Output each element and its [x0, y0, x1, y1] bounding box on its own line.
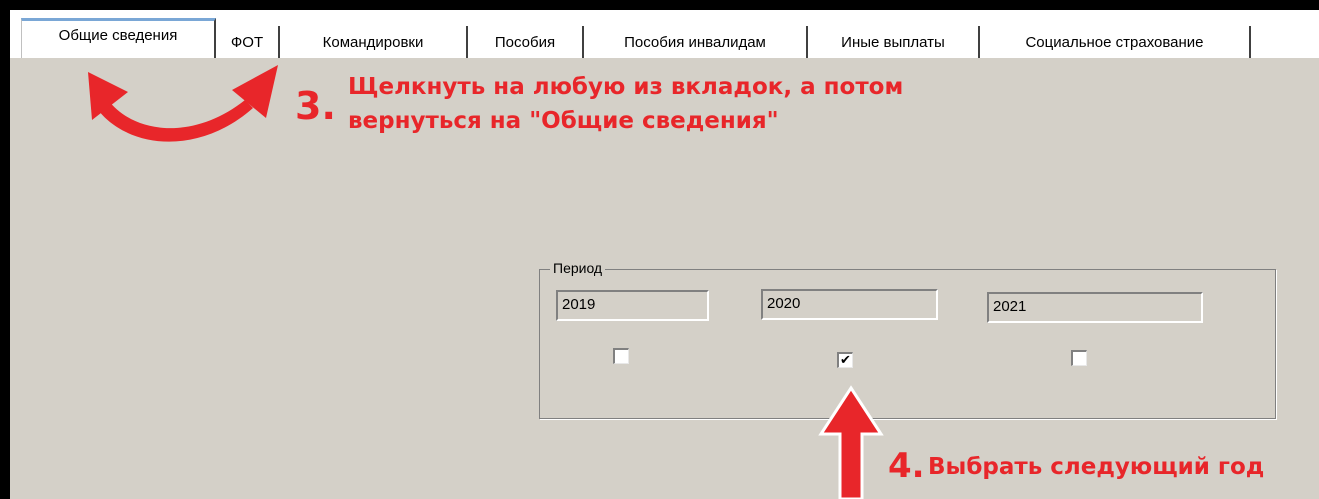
curved-double-arrow-icon [88, 65, 278, 142]
up-arrow-icon [818, 385, 884, 499]
step3-line1: Щелкнуть на любую из вкладок, а потом [348, 74, 904, 100]
step4-text: Выбрать следующий год [928, 454, 1265, 480]
step3-number: 3. [295, 84, 336, 128]
step3-line2: вернуться на "Общие сведения" [348, 108, 779, 134]
step4-number: 4. [888, 446, 925, 486]
window-client-area: Общие сведения ФОТ Командировки Пособия … [10, 10, 1319, 499]
